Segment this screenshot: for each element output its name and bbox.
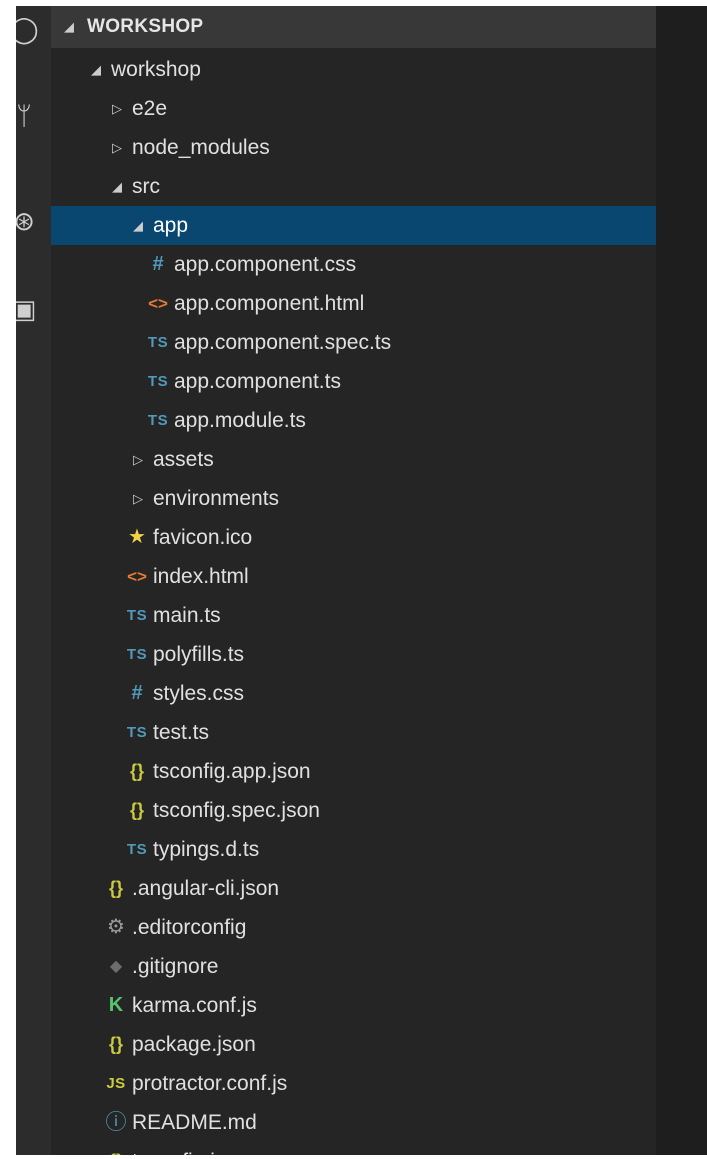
- tree-file-row[interactable]: {} package.json: [51, 1025, 656, 1064]
- tree-file-row[interactable]: <> index.html: [51, 557, 656, 596]
- css-hash-icon: #: [131, 682, 143, 704]
- gear-icon: ⚙: [107, 916, 125, 938]
- activity-bar: ◯ ᛘ ⊛ ▣: [9, 6, 51, 1155]
- tree-item-label: karma.conf.js: [132, 994, 257, 1017]
- tree-item-label: main.ts: [153, 604, 221, 627]
- typescript-icon: TS: [126, 724, 148, 741]
- tree-item-label: environments: [153, 487, 280, 510]
- tree-file-row[interactable]: {} tsconfig.json: [51, 1142, 656, 1155]
- tree-item-label: app.component.ts: [174, 370, 341, 393]
- tree-file-row[interactable]: TS app.module.ts: [51, 401, 656, 440]
- tree-item-label: app.module.ts: [174, 409, 306, 432]
- tree-item-label: favicon.ico: [153, 526, 253, 549]
- html-brackets-icon: <>: [127, 567, 147, 586]
- tree-file-row[interactable]: TS polyfills.ts: [51, 635, 656, 674]
- tree-item-label: package.json: [132, 1033, 256, 1056]
- explorer-section-header[interactable]: ◢ WORKSHOP: [51, 6, 656, 48]
- vscode-window: ◯ ᛘ ⊛ ▣ ◢ WORKSHOP ◢ workshop ▷ e2e ▷ node_mo…: [0, 0, 707, 1159]
- json-braces-icon: {}: [104, 1142, 128, 1155]
- chevron-down-icon: ◢: [64, 19, 74, 34]
- tree-item-label: app.component.css: [174, 253, 357, 276]
- tree-item-label: index.html: [153, 565, 249, 588]
- tree-folder-row[interactable]: ◢ src: [51, 167, 656, 206]
- tree-item-label: typings.d.ts: [153, 838, 260, 861]
- tree-item-label: .gitignore: [132, 955, 219, 978]
- typescript-icon: TS: [147, 412, 169, 429]
- tree-folder-row[interactable]: ▷ assets: [51, 440, 656, 479]
- info-icon: ⓘ: [105, 1111, 127, 1134]
- karma-icon: K: [108, 994, 124, 1016]
- tree-item-label: .angular-cli.json: [132, 877, 280, 900]
- screenshot-border-bottom: [0, 1155, 707, 1159]
- tree-file-row[interactable]: TS app.component.ts: [51, 362, 656, 401]
- tree-file-row[interactable]: TS typings.d.ts: [51, 830, 656, 869]
- typescript-icon: TS: [147, 334, 169, 351]
- tree-folder-row[interactable]: ▷ e2e: [51, 89, 656, 128]
- tree-item-label: app.component.html: [174, 292, 365, 315]
- tree-file-row[interactable]: TS app.component.spec.ts: [51, 323, 656, 362]
- tree-file-row[interactable]: ⓘ README.md: [51, 1103, 656, 1142]
- chevron-down-icon[interactable]: ◢: [131, 206, 145, 245]
- tree-file-row[interactable]: {} .angular-cli.json: [51, 869, 656, 908]
- tree-file-row[interactable]: JS protractor.conf.js: [51, 1064, 656, 1103]
- tree-file-row[interactable]: TS main.ts: [51, 596, 656, 635]
- tree-file-row[interactable]: # styles.css: [51, 674, 656, 713]
- tree-item-label: .editorconfig: [132, 916, 247, 939]
- screenshot-border-top: [0, 0, 707, 6]
- tree-item-label: assets: [153, 448, 214, 471]
- tree-item-label: styles.css: [153, 682, 245, 705]
- star-icon: ★: [128, 526, 146, 548]
- typescript-icon: TS: [126, 841, 148, 858]
- tree-item-label: workshop: [111, 58, 201, 81]
- tree-item-label: test.ts: [153, 721, 210, 744]
- chevron-right-icon[interactable]: ▷: [110, 89, 124, 128]
- tree-folder-row[interactable]: ◢ workshop: [51, 50, 656, 89]
- tree-file-row[interactable]: {} tsconfig.spec.json: [51, 791, 656, 830]
- tree-file-row[interactable]: ⚙ .editorconfig: [51, 908, 656, 947]
- git-icon: ◆: [109, 958, 123, 975]
- tree-item-label: protractor.conf.js: [132, 1072, 288, 1095]
- json-braces-icon: {}: [108, 1034, 123, 1054]
- javascript-icon: JS: [106, 1075, 126, 1092]
- typescript-icon: TS: [126, 607, 148, 624]
- typescript-icon: TS: [147, 373, 169, 390]
- chevron-right-icon[interactable]: ▷: [110, 128, 124, 167]
- tree-file-row[interactable]: <> app.component.html: [51, 284, 656, 323]
- chevron-down-icon[interactable]: ◢: [110, 167, 124, 206]
- json-braces-icon: {}: [129, 800, 144, 820]
- tree-item-label: tsconfig.app.json: [153, 760, 311, 783]
- tree-item-label: app.component.spec.ts: [174, 331, 392, 354]
- tree-item-label: polyfills.ts: [153, 643, 245, 666]
- screenshot-border-left: [0, 0, 16, 1159]
- chevron-right-icon[interactable]: ▷: [131, 440, 145, 479]
- tree-item-label: README.md: [132, 1111, 257, 1134]
- json-braces-icon: {}: [108, 878, 123, 898]
- tree-folder-row[interactable]: ▷ environments: [51, 479, 656, 518]
- tree-file-row[interactable]: TS test.ts: [51, 713, 656, 752]
- explorer-sidebar: ◢ WORKSHOP ◢ workshop ▷ e2e ▷ node_modules ◢ sr…: [51, 6, 656, 1155]
- tree-item-label: tsconfig.spec.json: [153, 799, 320, 822]
- tree-file-row[interactable]: ◆ .gitignore: [51, 947, 656, 986]
- typescript-icon: TS: [126, 646, 148, 663]
- tree-file-row[interactable]: {} tsconfig.app.json: [51, 752, 656, 791]
- tree-item-label: node_modules: [132, 136, 270, 159]
- html-brackets-icon: <>: [148, 294, 168, 313]
- editor-area: [656, 6, 707, 1155]
- chevron-right-icon[interactable]: ▷: [131, 479, 145, 518]
- css-hash-icon: #: [152, 253, 164, 275]
- section-title: WORKSHOP: [87, 16, 204, 37]
- tree-file-row[interactable]: ★ favicon.ico: [51, 518, 656, 557]
- tree-file-row[interactable]: # app.component.css: [51, 245, 656, 284]
- json-braces-icon: {}: [129, 761, 144, 781]
- tree-item-label: app: [153, 214, 189, 237]
- tree-item-label: e2e: [132, 97, 168, 120]
- tree-item-label: tsconfig.json: [132, 1142, 249, 1155]
- tree-folder-row[interactable]: ▷ node_modules: [51, 128, 656, 167]
- tree-file-row[interactable]: Kkarma.conf.js: [51, 986, 656, 1025]
- chevron-down-icon[interactable]: ◢: [89, 50, 103, 89]
- tree-folder-row[interactable]: ◢ app: [51, 206, 656, 245]
- tree-item-label: src: [132, 175, 160, 198]
